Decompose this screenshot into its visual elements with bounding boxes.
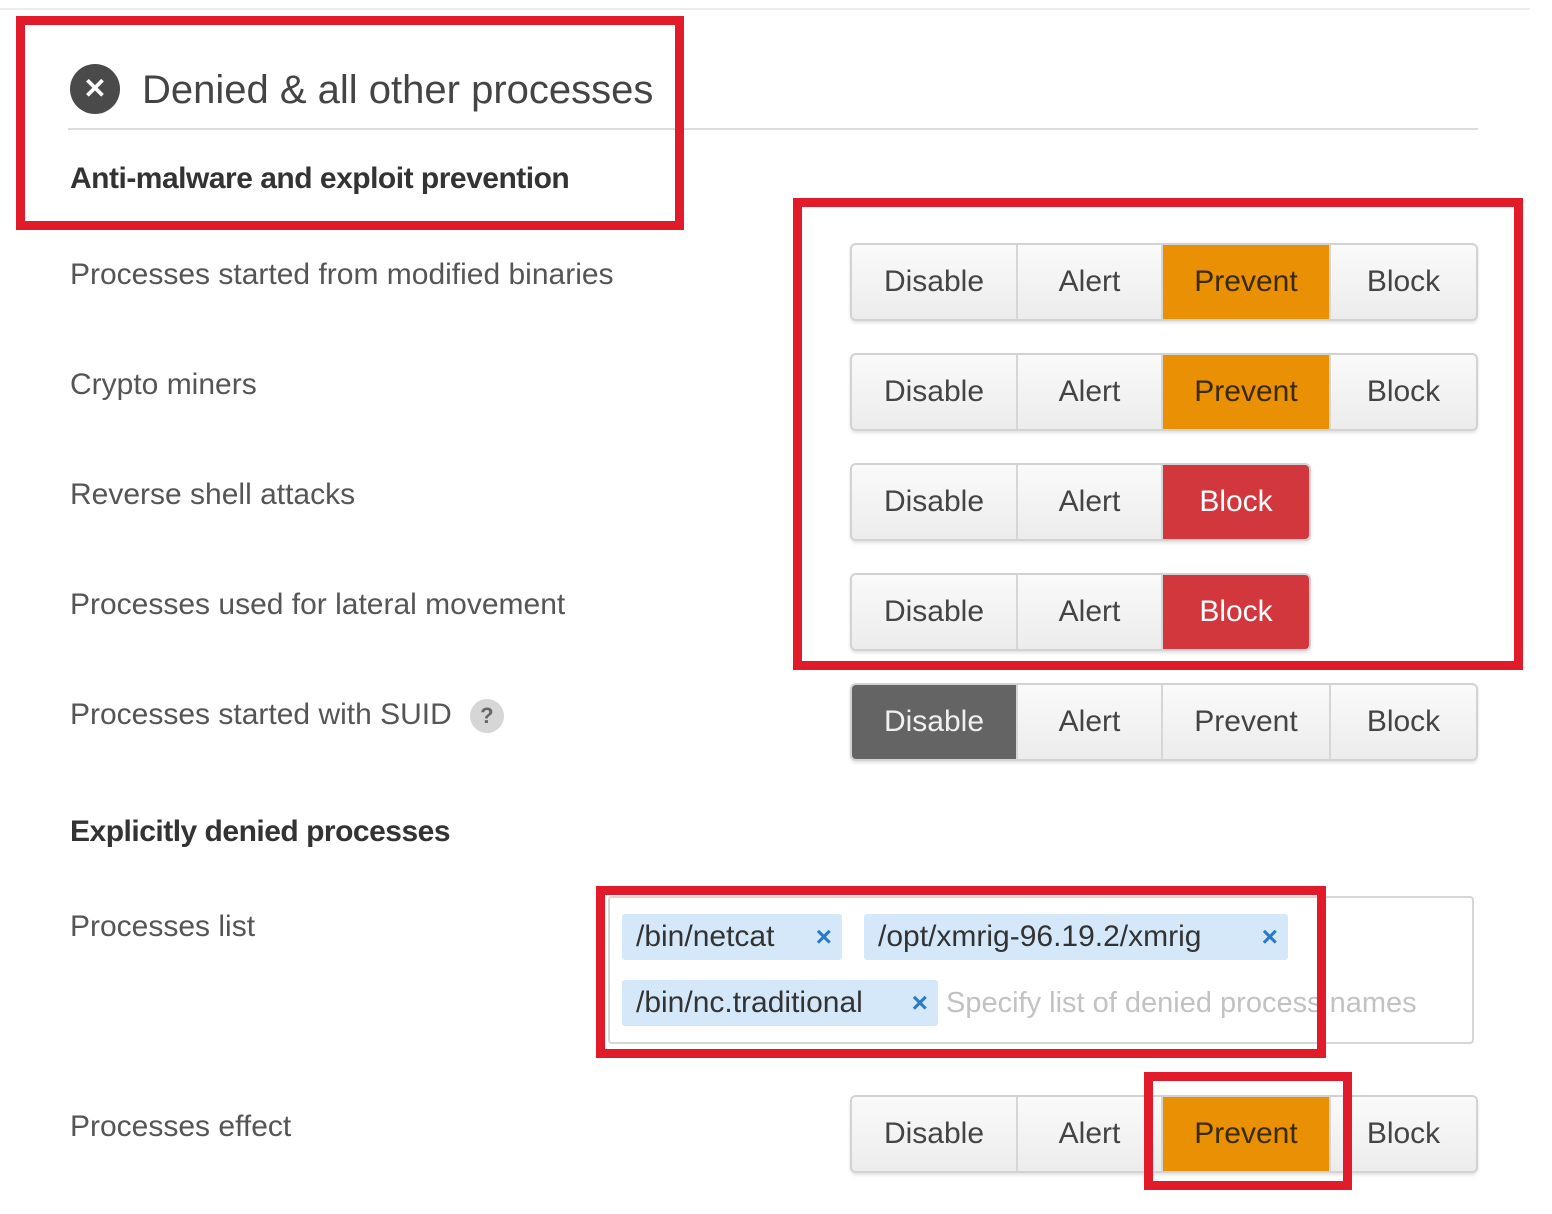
close-circle-icon[interactable]: ✕ bbox=[70, 64, 120, 114]
remove-tag-icon[interactable]: × bbox=[912, 980, 928, 1026]
suid-alert-button[interactable]: Alert bbox=[1018, 685, 1163, 759]
processes-effect-block-button[interactable]: Block bbox=[1331, 1097, 1476, 1171]
modified-binaries-block-button[interactable]: Block bbox=[1331, 245, 1476, 319]
process-tag-text: /bin/nc.traditional bbox=[636, 986, 863, 1019]
denied-heading: Explicitly denied processes bbox=[70, 815, 451, 848]
processes-effect-label: Processes effect bbox=[70, 1110, 292, 1143]
row-label-reverse-shell: Reverse shell attacks bbox=[70, 478, 356, 511]
lateral-movement-disable-button[interactable]: Disable bbox=[852, 575, 1018, 649]
modified-binaries-disable-button[interactable]: Disable bbox=[852, 245, 1018, 319]
reverse-shell-alert-button[interactable]: Alert bbox=[1018, 465, 1163, 539]
crypto-miners-prevent-button[interactable]: Prevent bbox=[1163, 355, 1331, 429]
row-label-suid: Processes started with SUID? bbox=[70, 698, 504, 734]
modified-binaries-effect-group: Disable Alert Prevent Block bbox=[850, 243, 1478, 321]
crypto-miners-alert-button[interactable]: Alert bbox=[1018, 355, 1163, 429]
row-label-crypto-miners: Crypto miners bbox=[70, 368, 257, 401]
row-label-lateral-movement: Processes used for lateral movement bbox=[70, 588, 566, 621]
section-title: Denied & all other processes bbox=[142, 68, 654, 112]
process-tag: /opt/xmrig-96.19.2/xmrig × bbox=[864, 914, 1288, 960]
lateral-movement-effect-group: Disable Alert Block bbox=[850, 573, 1311, 651]
remove-tag-icon[interactable]: × bbox=[816, 914, 832, 960]
suid-prevent-button[interactable]: Prevent bbox=[1163, 685, 1331, 759]
processes-effect-prevent-button[interactable]: Prevent bbox=[1163, 1097, 1331, 1171]
process-tag-text: /opt/xmrig-96.19.2/xmrig bbox=[878, 920, 1202, 953]
crypto-miners-disable-button[interactable]: Disable bbox=[852, 355, 1018, 429]
lateral-movement-alert-button[interactable]: Alert bbox=[1018, 575, 1163, 649]
processes-effect-alert-button[interactable]: Alert bbox=[1018, 1097, 1163, 1171]
suid-label-text: Processes started with SUID bbox=[70, 698, 452, 731]
section-header: ✕ Denied & all other processes bbox=[68, 58, 1478, 130]
process-tag-text: /bin/netcat bbox=[636, 920, 775, 953]
process-tag: /bin/netcat × bbox=[622, 914, 842, 960]
antimalware-heading: Anti-malware and exploit prevention bbox=[70, 162, 570, 195]
processes-effect-group: Disable Alert Prevent Block bbox=[850, 1095, 1478, 1173]
reverse-shell-effect-group: Disable Alert Block bbox=[850, 463, 1311, 541]
top-divider bbox=[0, 8, 1530, 10]
processes-list-label: Processes list bbox=[70, 910, 256, 943]
suid-block-button[interactable]: Block bbox=[1331, 685, 1476, 759]
reverse-shell-block-button[interactable]: Block bbox=[1163, 465, 1309, 539]
crypto-miners-effect-group: Disable Alert Prevent Block bbox=[850, 353, 1478, 431]
modified-binaries-alert-button[interactable]: Alert bbox=[1018, 245, 1163, 319]
suid-disable-button[interactable]: Disable bbox=[852, 685, 1018, 759]
row-label-modified-binaries: Processes started from modified binaries bbox=[70, 258, 614, 291]
crypto-miners-block-button[interactable]: Block bbox=[1331, 355, 1476, 429]
remove-tag-icon[interactable]: × bbox=[1262, 914, 1278, 960]
modified-binaries-prevent-button[interactable]: Prevent bbox=[1163, 245, 1331, 319]
process-name-input[interactable] bbox=[946, 980, 1466, 1026]
help-icon[interactable]: ? bbox=[469, 699, 504, 734]
processes-tag-input[interactable]: /bin/netcat × /opt/xmrig-96.19.2/xmrig ×… bbox=[608, 896, 1474, 1044]
process-tag: /bin/nc.traditional × bbox=[622, 980, 938, 1026]
suid-effect-group: Disable Alert Prevent Block bbox=[850, 683, 1478, 761]
reverse-shell-disable-button[interactable]: Disable bbox=[852, 465, 1018, 539]
lateral-movement-block-button[interactable]: Block bbox=[1163, 575, 1309, 649]
processes-effect-disable-button[interactable]: Disable bbox=[852, 1097, 1018, 1171]
